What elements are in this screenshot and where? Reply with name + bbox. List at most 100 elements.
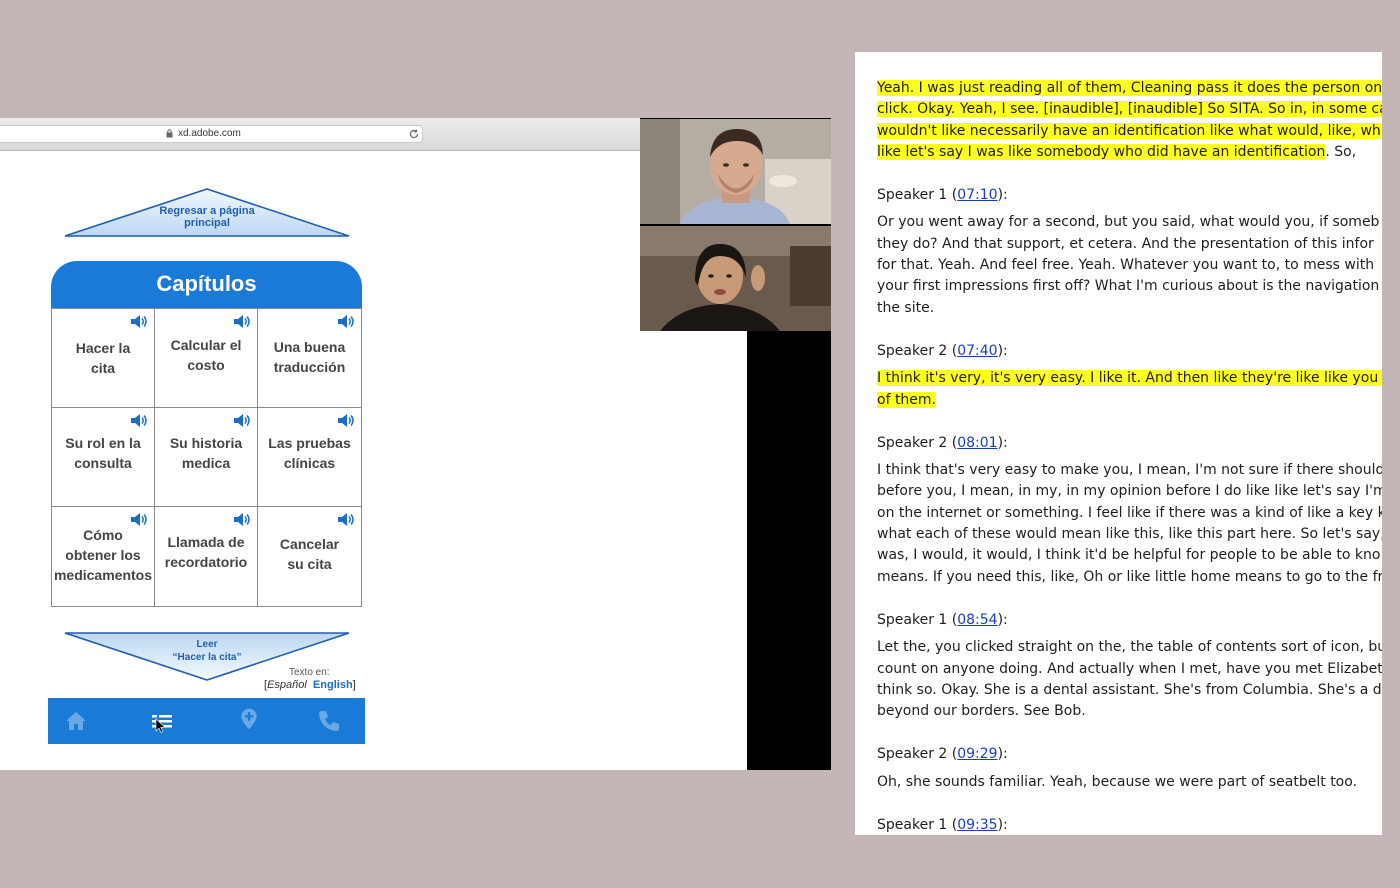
language-english-link[interactable]: English [313,679,353,691]
transcript-line: Yeah. I was just reading all of them, Cl… [877,78,1382,99]
plain-text: means. If you need this, like, Oh or lik… [877,568,1382,585]
chapter-label-line: Las pruebas [268,435,351,451]
transcript-paragraph: Or you went away for a second, but you s… [877,212,1382,318]
participant-video-1 [640,119,831,224]
back-to-main-page-button[interactable]: Regresar a página principal [64,188,350,238]
transcript-line: Or you went away for a second, but you s… [877,212,1382,233]
plain-text: . So, [1325,143,1357,160]
timestamp-link[interactable]: 07:10 [957,187,997,203]
chapter-su-historia-medica[interactable]: Su historia medica [155,408,258,507]
plain-text: the site. [877,299,935,316]
chapter-label-line: Cancelar [279,536,340,552]
chapter-label-line: su cita [287,556,332,572]
timestamp-link[interactable]: 08:01 [957,435,997,451]
plain-text: before you, I mean, in my, in my opinion… [877,483,1382,500]
chapter-label-line: consulta [74,455,132,471]
speaker-heading: Speaker 2 (07:40): [877,341,1382,362]
speaker-icon[interactable] [233,512,251,527]
transcript-paragraph: Let the, you clicked straight on the, th… [877,637,1382,722]
chapter-hacer-la-cita[interactable]: Hacer la cita [52,309,155,408]
home-icon[interactable] [64,709,88,733]
chapter-label-line: medica [181,455,231,471]
chapter-una-buena-traduccion[interactable]: Una buena traducción [258,309,361,408]
back-button-label: Regresar a página principal [64,205,350,229]
chapters-grid: Hacer la cita Calcular el costo Una buen… [51,308,362,607]
participant-2-image [640,226,831,331]
chapter-label-line: costo [187,357,225,373]
plain-text: for that. Yeah. And feel free. Yeah. Wha… [877,257,1375,274]
plain-text: Oh, she sounds familiar. Yeah, because w… [877,773,1358,790]
speaker-suffix: ): [997,342,1008,359]
speaker-suffix: ): [997,746,1008,763]
chapter-label: Hacer la cita [52,338,154,378]
transcript-document: Yeah. I was just reading all of them, Cl… [855,52,1382,835]
browser-toolbar: xd.adobe.com [0,118,640,151]
chapters-title: Capítulos [156,271,257,296]
chapter-label: Llamada de recordatorio [155,532,257,572]
plain-text: on the internet or something. I feel lik… [877,504,1382,521]
chapters-menu: Capítulos Hacer la cita Calcular el cost… [51,261,362,607]
speaker-name: Speaker 2 ( [877,746,958,763]
chapter-label-line: cita [90,360,116,376]
chapter-label-line: Su rol en la [65,435,141,451]
transcript-paragraph: I think it's very, it's very easy. I lik… [877,368,1382,411]
language-spanish-link[interactable]: Español [267,679,307,691]
plain-text: Let the, you clicked straight on the, th… [877,639,1382,656]
transcript-line: the site. [877,298,1382,319]
speaker-icon[interactable] [337,413,355,428]
reload-icon[interactable] [408,128,420,140]
speaker-icon[interactable] [130,314,148,329]
transcript-line: wouldn't like necessarily have an identi… [877,121,1382,142]
chapter-como-obtener-los-medicamentos[interactable]: Cómo obtener los medicamentos [52,507,155,606]
speaker-suffix: ): [997,187,1008,204]
chapter-label: Su rol en la consulta [52,433,154,473]
chapter-label-line: medicamentos [53,567,153,583]
speaker-icon[interactable] [337,512,355,527]
chapter-las-pruebas-clinicas[interactable]: Las pruebas clínicas [258,408,361,507]
speaker-icon[interactable] [130,413,148,428]
chapter-label: Cancelar su cita [258,534,361,574]
transcript-line: click. Okay. Yeah, I see. [inaudible], [… [877,99,1382,120]
location-pin-icon[interactable] [237,707,261,731]
transcript-line: they do? And that support, et cetera. An… [877,234,1382,255]
highlighted-text: Yeah. I was just reading all of them, Cl… [877,80,1382,96]
table-of-contents-icon[interactable] [150,709,174,733]
speaker-heading: Speaker 2 (09:29): [877,744,1382,765]
highlighted-text: I think it's very, it's very easy. I lik… [877,370,1382,387]
timestamp-link[interactable]: 09:29 [957,746,997,762]
speaker-icon[interactable] [337,314,355,329]
chapter-label: Las pruebas clínicas [258,433,361,473]
chapter-cancelar-su-cita[interactable]: Cancelar su cita [258,507,361,606]
lock-icon [166,129,173,138]
chapter-su-rol-en-la-consulta[interactable]: Su rol en la consulta [52,408,155,507]
bracket-close: ] [352,679,356,691]
chapter-label: Calcular el costo [155,335,257,375]
transcript-paragraph: Oh, she sounds familiar. Yeah, because w… [877,772,1382,793]
transcript-line: before you, I mean, in my, in my opinion… [877,481,1382,502]
transcript-line: means. If you need this, like, Oh or lik… [877,567,1382,588]
highlighted-text: of them. [877,391,937,408]
timestamp-link[interactable]: 09:35 [957,817,997,833]
address-bar[interactable]: xd.adobe.com [0,125,423,143]
chapter-llamada-de-recordatorio[interactable]: Llamada de recordatorio [155,507,258,606]
speaker-icon[interactable] [233,413,251,428]
chapter-label-line: recordatorio [164,554,248,570]
chapter-label-line: Su historia [169,435,243,451]
plain-text: what each of these would mean like this,… [877,526,1382,543]
phone-icon[interactable] [317,709,341,733]
chapter-calcular-el-costo[interactable]: Calcular el costo [155,309,258,408]
speaker-heading: Speaker 2 (08:01): [877,433,1382,454]
read-label-line-2: “Hacer la cita” [172,652,242,663]
transcript-line: I think it's very, it's very easy. I lik… [877,368,1382,389]
highlighted-text: click. Okay. Yeah, I see. [inaudible], [… [877,101,1382,118]
timestamp-link[interactable]: 08:54 [957,612,997,628]
speaker-heading: Speaker 1 (08:54): [877,610,1382,631]
highlighted-text: wouldn't like necessarily have an identi… [877,122,1381,139]
speaker-suffix: ): [997,611,1008,628]
language-switch: [Español English] [264,679,356,691]
transcript-line: for that. Yeah. And feel free. Yeah. Wha… [877,255,1382,276]
language-caption: Texto en: [289,667,330,678]
speaker-icon[interactable] [233,314,251,329]
speaker-heading: Speaker 1 (09:35): [877,815,1382,835]
timestamp-link[interactable]: 07:40 [957,343,997,359]
